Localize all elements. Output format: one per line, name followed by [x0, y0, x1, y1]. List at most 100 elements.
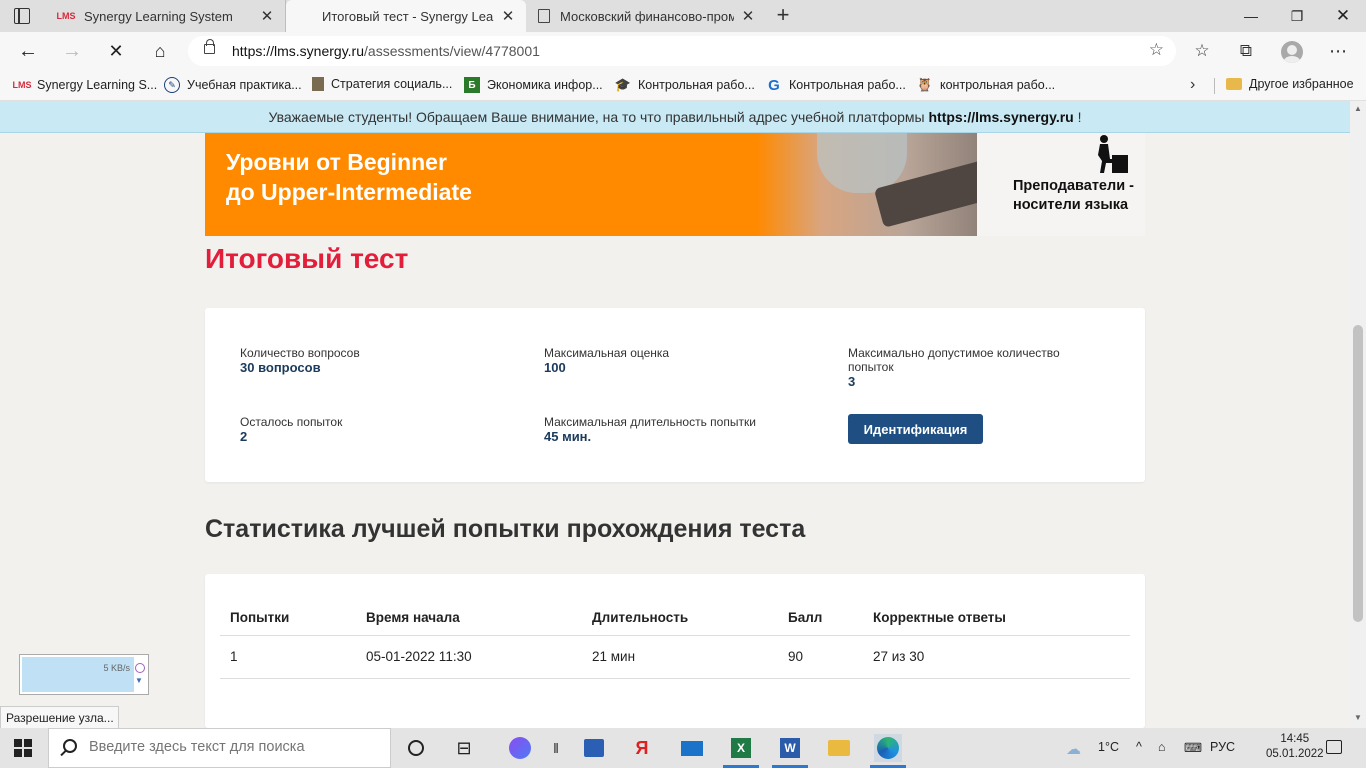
- page-title: Итоговый тест: [205, 243, 409, 274]
- pencil-icon: ✎: [164, 77, 180, 93]
- collections-icon[interactable]: ⧉: [1233, 38, 1259, 64]
- network-icon[interactable]: ⌂: [1158, 740, 1166, 754]
- tab-title: Итоговый тест - Synergy Learning: [322, 8, 494, 24]
- divider-icon: ‖: [553, 740, 559, 756]
- owl-icon: 🦉: [916, 77, 934, 92]
- tab-actions-icon[interactable]: [14, 8, 30, 24]
- close-icon[interactable]: ✕: [740, 7, 756, 25]
- new-tab-icon[interactable]: +: [772, 4, 794, 26]
- status-tooltip: Разрешение узла...: [0, 706, 119, 730]
- tab-title: Synergy Learning System: [84, 8, 233, 24]
- page-icon: [538, 9, 550, 23]
- clock[interactable]: 14:45 05.01.2022: [1266, 732, 1324, 762]
- notification-icon[interactable]: [1326, 740, 1342, 754]
- restore-icon[interactable]: ❐: [1274, 0, 1320, 32]
- task-view-icon[interactable]: ⊟: [450, 734, 478, 762]
- excel-icon[interactable]: X: [727, 734, 755, 762]
- file-explorer-icon[interactable]: [825, 734, 853, 762]
- mail-icon[interactable]: [678, 734, 706, 762]
- cell-correct: 27 из 30: [863, 635, 1130, 679]
- network-speed-widget[interactable]: 5 KB/s ▼: [19, 654, 149, 695]
- favorite-item[interactable]: LMS Synergy Learning S...: [12, 77, 158, 93]
- promo-banner[interactable]: Уровни от Beginner до Upper-Intermediate…: [205, 133, 1145, 236]
- address-notice: Уважаемые студенты! Обращаем Ваше вниман…: [0, 101, 1350, 133]
- close-icon[interactable]: ✕: [259, 7, 275, 25]
- table-row: 1 05-01-2022 11:30 21 мин 90 27 из 30: [220, 635, 1130, 679]
- edge-icon[interactable]: [874, 734, 902, 762]
- col-duration: Длительность: [582, 601, 778, 636]
- home-icon[interactable]: ⌂: [147, 38, 173, 64]
- cell-score: 90: [778, 635, 863, 679]
- favorite-item[interactable]: Стратегия социаль...: [312, 77, 452, 91]
- other-favorites[interactable]: Другое избранное: [1226, 77, 1354, 91]
- cell-attempt: 1: [220, 635, 356, 679]
- weather-icon[interactable]: ☁: [1066, 740, 1081, 758]
- favorites-bar: LMS Synergy Learning S... ✎ Учебная прак…: [0, 70, 1366, 101]
- favorites-icon[interactable]: ☆: [1189, 38, 1215, 64]
- widget-settings-icon[interactable]: [135, 663, 145, 673]
- minimize-icon[interactable]: —: [1228, 0, 1274, 32]
- window-close-icon[interactable]: ✕: [1320, 0, 1366, 32]
- tab-mfpu[interactable]: Московский финансово-промышл ✕: [526, 0, 766, 32]
- attempts-left: Осталось попыток 2: [240, 415, 343, 444]
- weather-temp[interactable]: 1°C: [1098, 740, 1119, 754]
- cortana-icon[interactable]: [402, 734, 430, 762]
- more-menu-icon[interactable]: ⋯: [1325, 38, 1351, 64]
- favorite-item[interactable]: 🦉 контрольная рабо...: [917, 77, 1055, 93]
- col-score: Балл: [778, 601, 863, 636]
- stats-card: Попытки Время начала Длительность Балл К…: [205, 574, 1145, 728]
- lms-favicon-icon: LMS: [56, 11, 76, 21]
- favorite-item[interactable]: G Контрольная рабо...: [766, 76, 906, 94]
- address-bar[interactable]: https://lms.synergy.ru/assessments/view/…: [188, 36, 1176, 66]
- c-icon: G: [768, 76, 780, 94]
- lms-icon: LMS: [12, 80, 32, 90]
- scroll-up-icon[interactable]: ▲: [1354, 104, 1362, 113]
- test-info-card: Количество вопросов 30 вопросов Максимал…: [205, 308, 1145, 482]
- max-score: Максимальная оценка 100: [544, 346, 670, 375]
- identification-button[interactable]: Идентификация: [848, 414, 983, 444]
- max-duration: Максимальная длительность попытки 45 мин…: [544, 415, 756, 444]
- taskbar-search[interactable]: [48, 728, 391, 768]
- favorite-item[interactable]: 🎓 Контрольная рабо...: [615, 77, 755, 93]
- language-indicator[interactable]: РУС: [1210, 740, 1235, 754]
- banner-tagline: Преподаватели - носители языка: [1013, 178, 1134, 213]
- windows-start-icon[interactable]: [14, 739, 32, 757]
- col-correct: Корректные ответы: [863, 601, 1130, 636]
- tab-final-test[interactable]: Итоговый тест - Synergy Learning ✕: [286, 0, 526, 32]
- tab-strip: LMS Synergy Learning System ✕ Итоговый т…: [0, 0, 1366, 32]
- max-attempts: Максимально допустимое количество попыто…: [848, 346, 1060, 389]
- chevron-up-icon[interactable]: ^: [1136, 740, 1142, 754]
- scroll-thumb[interactable]: [1353, 325, 1363, 622]
- favorite-item[interactable]: ✎ Учебная практика...: [164, 77, 302, 93]
- platform-link[interactable]: https://lms.synergy.ru: [929, 109, 1074, 125]
- alice-icon[interactable]: [506, 734, 534, 762]
- scroll-down-icon[interactable]: ▼: [1354, 713, 1362, 722]
- back-icon[interactable]: ←: [15, 38, 41, 64]
- page-scrollbar[interactable]: ▲ ▼: [1350, 101, 1366, 728]
- tab-synergy-lms[interactable]: LMS Synergy Learning System ✕: [46, 0, 286, 32]
- table-header-row: Попытки Время начала Длительность Балл К…: [220, 601, 1130, 636]
- search-input[interactable]: [89, 739, 379, 755]
- col-attempts: Попытки: [220, 601, 356, 636]
- forward-icon[interactable]: →: [59, 38, 85, 64]
- banner-headline: Уровни от Beginner до Upper-Intermediate: [226, 149, 472, 205]
- close-icon[interactable]: ✕: [500, 7, 516, 25]
- taskbar: ⊟ ‖ Я X W ☁ 1°C ^ ⌂ ⌨ РУС 14:45 05.01.20…: [0, 728, 1366, 768]
- add-favorite-icon[interactable]: ☆: [1149, 40, 1164, 60]
- chevron-right-icon[interactable]: ›: [1190, 76, 1195, 94]
- store-icon[interactable]: [580, 734, 608, 762]
- profile-avatar[interactable]: [1281, 41, 1303, 63]
- b-icon: Б: [464, 77, 480, 93]
- keyboard-icon[interactable]: ⌨: [1184, 740, 1202, 755]
- word-icon[interactable]: W: [776, 734, 804, 762]
- yandex-browser-icon[interactable]: Я: [628, 734, 656, 762]
- cap-icon: 🎓: [614, 77, 632, 92]
- favorite-item[interactable]: Б Экономика инфор...: [464, 77, 603, 93]
- lock-icon[interactable]: [204, 39, 215, 54]
- questions-count: Количество вопросов 30 вопросов: [240, 346, 360, 375]
- stop-loading-icon[interactable]: ✕: [103, 38, 129, 64]
- chevron-down-icon[interactable]: ▼: [135, 676, 147, 685]
- col-start-time: Время начала: [356, 601, 582, 636]
- url-text[interactable]: https://lms.synergy.ru/assessments/view/…: [232, 43, 540, 59]
- divider: [1214, 78, 1215, 94]
